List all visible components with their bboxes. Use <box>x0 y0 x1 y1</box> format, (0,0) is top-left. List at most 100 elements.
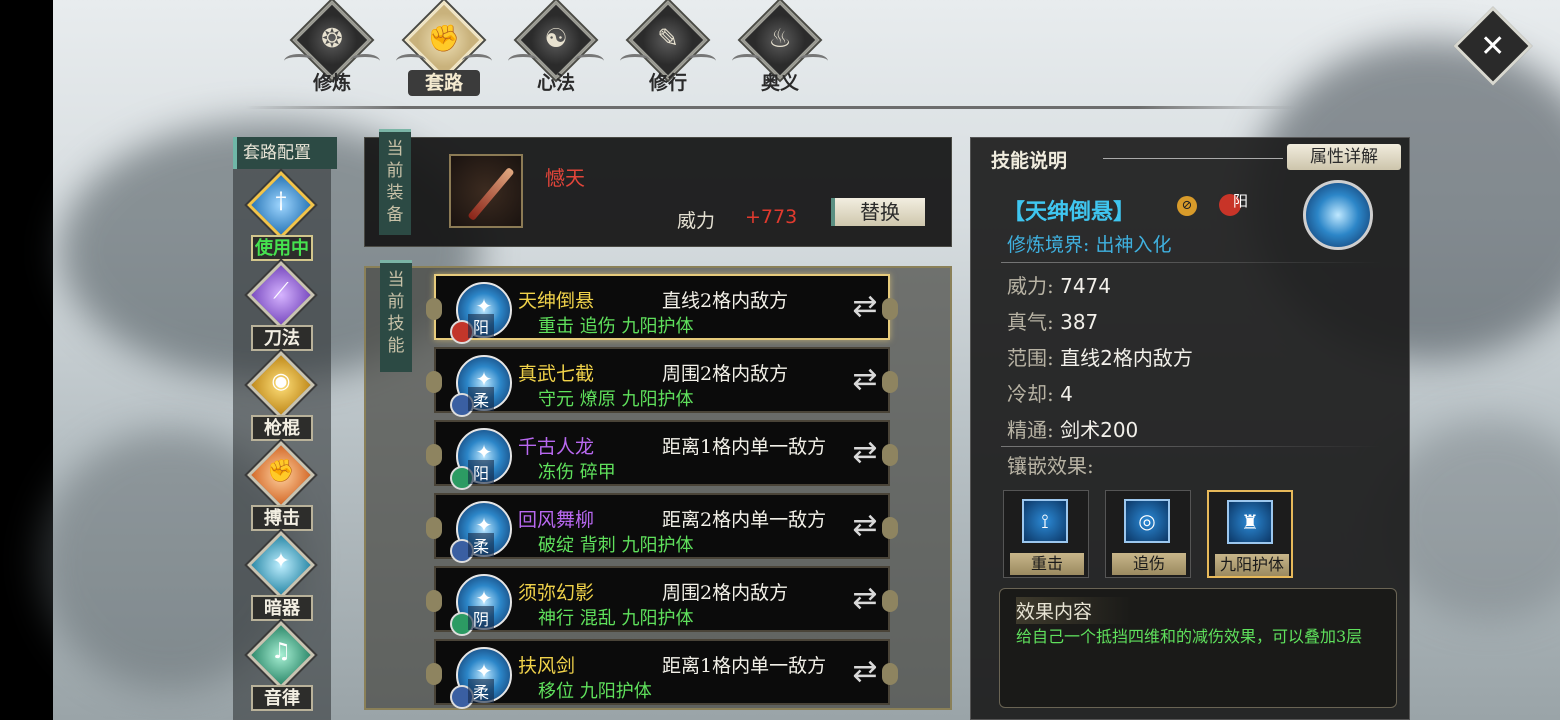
tab-label: 奥义 <box>760 72 799 94</box>
stat-power: 威力: 7474 <box>1007 270 1111 299</box>
tab-practice[interactable]: ✎ 修行 <box>618 0 718 98</box>
skill-effects: 移位 九阳护体 <box>538 681 652 702</box>
skill-row[interactable]: ✦ 阳天绅倒悬 直线2格内敌方 重击 追伤 九阳护体 ⇄ <box>426 274 898 344</box>
weapon-slot[interactable] <box>449 154 523 228</box>
tab-training[interactable]: ❂ 修炼 <box>282 0 382 98</box>
tab-label: 套路 <box>408 70 480 96</box>
power-value: +773 <box>745 206 798 228</box>
inlay-name: 九阳护体 <box>1215 554 1289 576</box>
tab-routine[interactable]: ✊ 套路 <box>394 0 494 98</box>
skills-tag: 当前技能 <box>380 260 412 372</box>
stat-value: 387 <box>1060 310 1099 334</box>
tab-wing-right <box>350 54 380 68</box>
swap-icon[interactable]: ⇄ <box>848 363 882 397</box>
stat-key: 精通: <box>1007 418 1061 442</box>
skill-row[interactable]: ✦ 阳千古人龙 距离1格内单一敌方 冻伤 碎甲 ⇄ <box>426 420 898 490</box>
top-tab-bar: ❂ 修炼 ✊ 套路 ☯ 心法 ✎ 修行 ♨ 奥义 <box>282 0 830 98</box>
skill-effects: 神行 混乱 九阳护体 <box>538 608 694 629</box>
row-knob <box>426 517 442 539</box>
tab-wing-left <box>620 54 650 68</box>
swap-icon[interactable]: ⇄ <box>848 655 882 689</box>
route-label: 使用中 <box>251 235 313 261</box>
header-divider <box>245 106 1295 109</box>
route-glyph: † <box>275 189 287 214</box>
stat-key: 真气: <box>1007 310 1061 334</box>
divider <box>1001 262 1381 263</box>
sword-type-icon: ⊘ <box>1177 196 1197 216</box>
tab-wing-left <box>396 54 426 68</box>
skill-name: 须弥幻影 <box>518 582 595 604</box>
stat-value: 剑术200 <box>1060 418 1139 442</box>
skill-name: 千古人龙 <box>518 436 595 458</box>
tab-mind-method[interactable]: ☯ 心法 <box>506 0 606 98</box>
skill-name: 天绅倒悬 <box>518 290 595 312</box>
effect-content-box: 效果内容 给自己一个抵挡四维和的减伤效果，可以叠加3层 <box>999 588 1397 708</box>
row-knob <box>426 590 442 612</box>
skill-range: 距离1格内单一敌方 <box>662 655 827 677</box>
nine-yang-shield-icon: ♜ <box>1227 500 1273 544</box>
scroll-icon: ✎ <box>657 24 679 54</box>
current-equipment-panel: 当前装备 憾天 威力 +773 替换 <box>364 129 952 247</box>
stat-mastery: 精通: 剑术200 <box>1007 414 1138 443</box>
route-item-fist[interactable]: ✊ 搏击 <box>243 441 321 535</box>
skill-attribute: 柔 <box>468 387 494 411</box>
chase-damage-icon: ◎ <box>1124 499 1170 543</box>
row-knob <box>426 663 442 685</box>
tab-mystery[interactable]: ♨ 奥义 <box>730 0 830 98</box>
stat-value: 直线2格内敌方 <box>1060 346 1193 370</box>
swap-icon[interactable]: ⇄ <box>848 436 882 470</box>
skill-row[interactable]: ✦ 柔真武七截 周围2格内敌方 守元 燎原 九阳护体 ⇄ <box>426 347 898 417</box>
skill-attribute: 柔 <box>468 533 494 557</box>
divider <box>1001 446 1381 447</box>
skill-effects: 破绽 背刺 九阳护体 <box>538 535 694 556</box>
route-label: 搏击 <box>251 505 313 531</box>
swap-icon[interactable]: ⇄ <box>848 509 882 543</box>
row-knob <box>882 590 898 612</box>
route-glyph: ◉ <box>271 369 291 394</box>
tab-wing-right <box>798 54 828 68</box>
skill-attribute: 阳 <box>468 314 494 338</box>
row-knob <box>882 444 898 466</box>
stat-cooldown: 冷却: 4 <box>1007 378 1073 407</box>
skill-row[interactable]: ✦ 柔扶风剑 距离1格内单一敌方 移位 九阳护体 ⇄ <box>426 639 898 709</box>
attribute-detail-button[interactable]: 属性详解 <box>1287 144 1401 170</box>
skill-row[interactable]: ✦ 柔回风舞柳 距离2格内单一敌方 破绽 背刺 九阳护体 ⇄ <box>426 493 898 563</box>
inlay-name: 重击 <box>1010 553 1084 575</box>
tab-label: 修行 <box>648 72 687 94</box>
swap-icon[interactable]: ⇄ <box>848 582 882 616</box>
row-knob <box>426 444 442 466</box>
route-glyph: ⟋ <box>273 279 289 304</box>
sword-icon <box>467 166 515 222</box>
tab-wing-right <box>686 54 716 68</box>
row-knob <box>426 298 442 320</box>
skill-name: 回风舞柳 <box>518 509 595 531</box>
route-item-dart[interactable]: ✦ 暗器 <box>243 531 321 625</box>
replace-button[interactable]: 替换 <box>831 198 925 226</box>
close-icon: ✕ <box>1480 28 1506 64</box>
skill-name: 扶风剑 <box>518 655 576 677</box>
route-label: 音律 <box>251 685 313 711</box>
skill-effects: 守元 燎原 九阳护体 <box>538 389 694 410</box>
route-label: 刀法 <box>251 325 313 351</box>
row-knob <box>882 298 898 320</box>
route-label: 枪棍 <box>251 415 313 441</box>
skill-attribute: 阴 <box>468 606 494 630</box>
stat-value: 7474 <box>1060 274 1112 298</box>
stat-key: 威力: <box>1007 274 1061 298</box>
route-glyph: ♫ <box>271 639 291 664</box>
equipment-tag: 当前装备 <box>379 129 411 235</box>
tab-wing-left <box>508 54 538 68</box>
inlay-label: 镶嵌效果: <box>1007 454 1094 478</box>
inlay-nine-yang-shield[interactable]: ♜ 九阳护体 <box>1207 490 1293 578</box>
flame-icon: ♨ <box>768 24 792 54</box>
route-item-spear[interactable]: ◉ 枪棍 <box>243 351 321 445</box>
inlay-chase-damage[interactable]: ◎ 追伤 <box>1105 490 1191 578</box>
inlay-heavy-strike[interactable]: ⟟ 重击 <box>1003 490 1089 578</box>
route-item-music[interactable]: ♫ 音律 <box>243 621 321 715</box>
current-skills-panel: 当前技能 ✦ 阳天绅倒悬 直线2格内敌方 重击 追伤 九阳护体 ⇄ ✦ 柔真武七截 周围2格内… <box>364 260 952 710</box>
swap-icon[interactable]: ⇄ <box>848 290 882 324</box>
route-item-in-use[interactable]: † 使用中 <box>243 171 321 265</box>
skill-row[interactable]: ✦ 阴须弥幻影 周围2格内敌方 神行 混乱 九阳护体 ⇄ <box>426 566 898 636</box>
swirl-icon: ❂ <box>321 24 343 54</box>
route-item-blade[interactable]: ⟋ 刀法 <box>243 261 321 355</box>
